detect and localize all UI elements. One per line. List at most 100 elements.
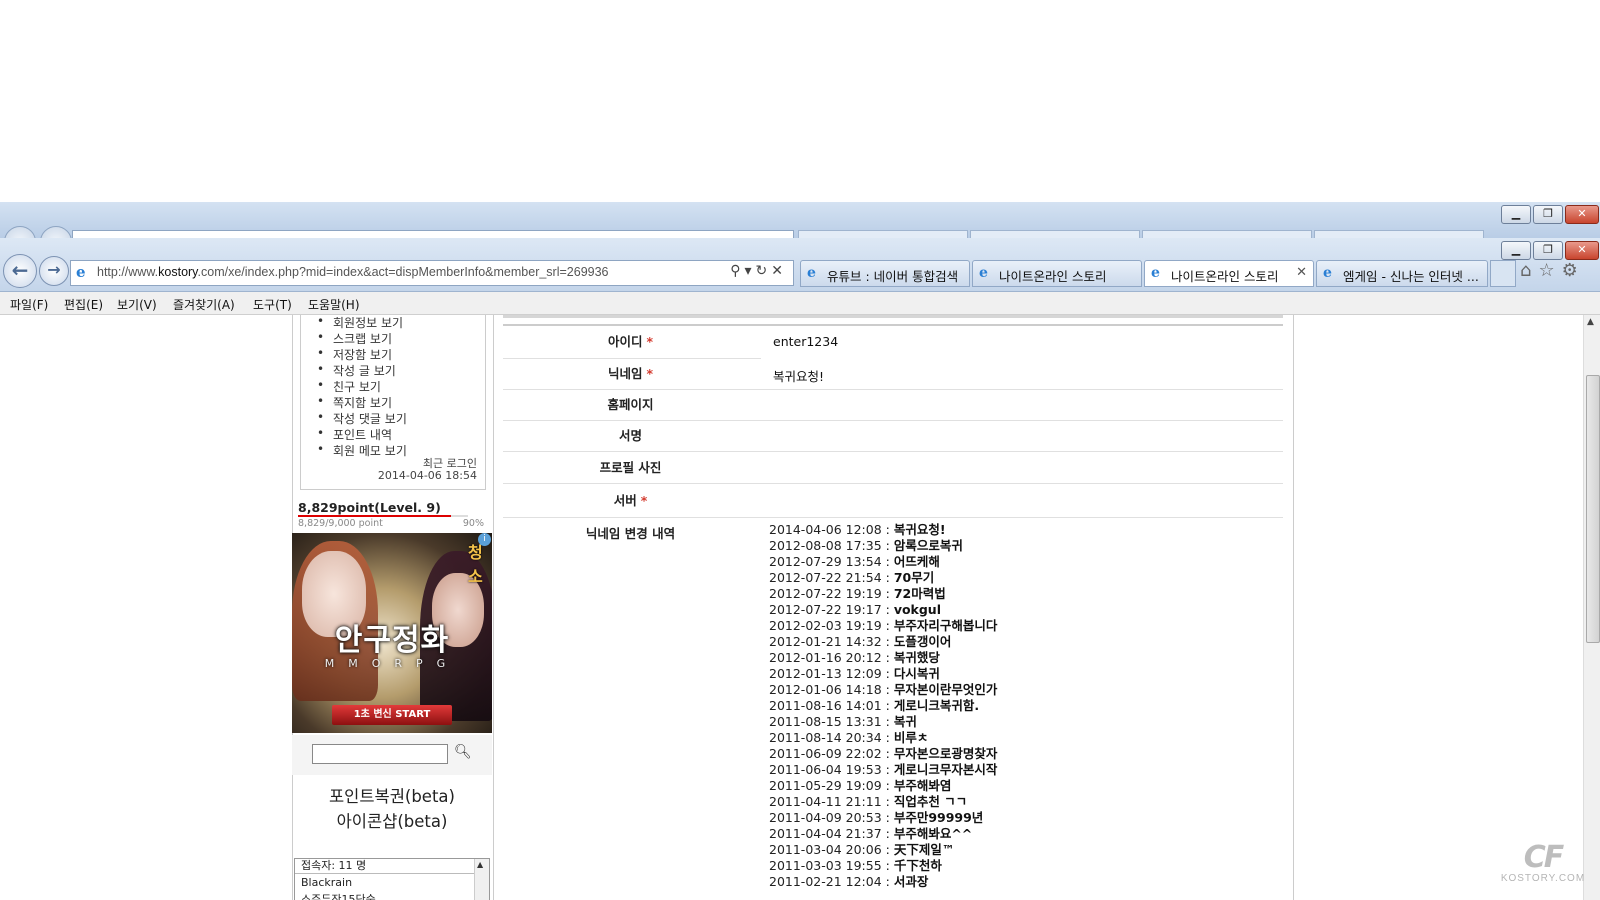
field-value (761, 421, 1283, 451)
tab-naver-search[interactable]: e 유튜브 : 네이버 통합검색 (800, 260, 970, 287)
minimize-button[interactable]: ▁ (1501, 241, 1531, 260)
settings-gear-icon[interactable]: ⚙ (1562, 260, 1585, 281)
tab-mgame[interactable]: e 엠게임 - 신나는 인터넷 ... (1316, 260, 1488, 287)
watermark-logo: CF (1523, 840, 1565, 875)
history-separator: : (881, 810, 894, 825)
online-user[interactable]: Blackrain (301, 876, 352, 889)
scroll-up-arrow-icon[interactable]: ▲ (1587, 317, 1594, 327)
history-nickname: 무자본으로광명찾자 (893, 746, 998, 761)
history-separator: : (881, 634, 894, 649)
points-percent: 90% (462, 518, 484, 529)
field-label: 프로필 사진 (599, 460, 662, 475)
nickname-history-entry: 2011-08-15 13:31 : 복귀 (769, 714, 997, 730)
nickname-history-entry: 2012-02-03 19:19 : 부주자리구해봅니다 (769, 618, 997, 634)
points-progress-bar (298, 515, 468, 517)
points-level: 8,829point(Level. 9) (298, 500, 441, 515)
online-user[interactable]: 소주두잔15단숨 (301, 891, 376, 900)
history-date: 2011-03-04 20:06 (769, 842, 882, 857)
address-tools[interactable]: ⚲▾↻✕ (730, 263, 787, 279)
close-window-button[interactable]: ✕ (1565, 241, 1599, 260)
nickname-history-entry: 2012-01-13 12:09 : 다시복귀 (769, 666, 997, 682)
tab-knight-story[interactable]: e 나이트온라인 스토리 (972, 260, 1142, 287)
history-nickname: 부주만99999년 (893, 810, 984, 825)
history-date: 2011-04-09 20:53 (769, 810, 882, 825)
history-nickname: 직업추천 ㄱㄱ (893, 794, 968, 809)
history-date: 2011-06-09 22:02 (769, 746, 882, 761)
search-input[interactable] (312, 744, 448, 764)
address-url[interactable]: http://www.kostory.com/xe/index.php?mid=… (97, 265, 609, 279)
history-separator: : (881, 554, 894, 569)
page-scrollbar[interactable]: ▲ (1583, 315, 1600, 900)
search-icon[interactable]: ⚲ (730, 263, 744, 279)
last-login-value: 2014-04-06 18:54 (377, 469, 477, 482)
member-menu-item[interactable]: 작성 댓글 보기 (317, 410, 407, 426)
field-label: 서버 * (613, 493, 648, 508)
favorites-star-icon[interactable]: ☆ (1538, 260, 1561, 281)
history-separator: : (881, 586, 894, 601)
dropdown-arrow-icon[interactable]: ▾ (745, 263, 756, 279)
back-icon[interactable]: ← (3, 254, 37, 288)
profile-row-homepage: 홈페이지 (503, 390, 1283, 421)
member-menu-item[interactable]: 쪽지함 보기 (317, 394, 407, 410)
history-separator: : (881, 826, 894, 841)
menu-edit[interactable]: 편집(E) (64, 296, 103, 313)
search-icon[interactable]: 🔍︎ (454, 744, 472, 760)
online-count: 접속자: 11 명 (295, 859, 477, 874)
member-menu-item[interactable]: 포인트 내역 (317, 426, 407, 442)
menu-help[interactable]: 도움말(H) (308, 296, 360, 313)
icon-shop-link[interactable]: 아이콘샵(beta) (292, 808, 492, 832)
history-nickname: 비루ㅊ (893, 730, 929, 745)
member-menu-item[interactable]: 회원 메모 보기 (317, 442, 407, 458)
history-date: 2012-07-22 19:17 (769, 602, 882, 617)
history-date: 2011-04-11 21:11 (769, 794, 882, 809)
member-menu-item[interactable]: 스크랩 보기 (317, 330, 407, 346)
point-lottery-link[interactable]: 포인트복권(beta) (292, 783, 492, 807)
search-box: 🔍︎ (292, 735, 492, 775)
ad-banner[interactable]: 청소 i 안구정화 MMORPG 1초 변신 START (292, 533, 492, 733)
ad-info-icon[interactable]: i (478, 533, 491, 546)
nickname-history-entry: 2012-07-22 19:17 : vokgul (769, 602, 997, 618)
member-menu: 회원정보 보기 스크랩 보기 저장함 보기 작성 글 보기 친구 보기 쪽지함 … (300, 315, 486, 490)
forward-icon[interactable]: → (39, 256, 69, 286)
field-value (761, 390, 1283, 420)
history-nickname: 게로니크무자본시작 (893, 762, 998, 777)
new-tab-button[interactable] (1490, 260, 1516, 287)
member-menu-item[interactable]: 작성 글 보기 (317, 362, 407, 378)
nickname-history-entry: 2014-04-06 12:08 : 복귀요청! (769, 522, 997, 538)
history-separator: : (881, 858, 894, 873)
history-nickname: vokgul (893, 602, 941, 617)
history-date: 2012-08-08 17:35 (769, 538, 882, 553)
menu-favorites[interactable]: 즐겨찾기(A) (173, 296, 235, 313)
history-date: 2012-01-21 14:32 (769, 634, 882, 649)
profile-row-id: 아이디 * enter1234 (503, 324, 1283, 359)
member-menu-item[interactable]: 저장함 보기 (317, 346, 407, 362)
tab-knight-story-active[interactable]: e 나이트온라인 스토리 ✕ (1144, 260, 1314, 287)
bg-minimize-button[interactable]: ▁ (1501, 205, 1531, 224)
ad-badge: 청소 (468, 543, 483, 586)
menu-view[interactable]: 보기(V) (117, 296, 157, 313)
menu-bar: 파일(F) 편집(E) 보기(V) 즐겨찾기(A) 도구(T) 도움말(H) (0, 292, 1600, 315)
nickname-history-entry: 2011-06-04 19:53 : 게로니크무자본시작 (769, 762, 997, 778)
home-icon[interactable]: ⌂ (1520, 260, 1538, 281)
stop-icon[interactable]: ✕ (771, 263, 787, 279)
restore-button[interactable]: ❐ (1533, 241, 1563, 260)
member-menu-item[interactable]: 친구 보기 (317, 378, 407, 394)
ad-start-button[interactable]: 1초 변신 START (332, 705, 452, 725)
menu-file[interactable]: 파일(F) (10, 296, 48, 313)
history-nickname: 어뜨케해 (893, 554, 940, 569)
history-nickname: 부주해봐염 (893, 778, 952, 793)
history-nickname: 부주해봐요^^ (893, 826, 973, 841)
list-scrollbar[interactable]: ▲ (474, 859, 489, 900)
bg-restore-button[interactable]: ❐ (1533, 205, 1563, 224)
bg-close-button[interactable]: ✕ (1565, 205, 1599, 224)
field-value (761, 452, 1283, 483)
refresh-icon[interactable]: ↻ (756, 263, 772, 279)
online-users-list[interactable]: 접속자: 11 명 Blackrain 소주두잔15단숨 ▲ (294, 858, 490, 900)
scrollbar-thumb[interactable] (1586, 375, 1600, 643)
close-tab-icon[interactable]: ✕ (1296, 265, 1307, 280)
menu-tools[interactable]: 도구(T) (253, 296, 292, 313)
field-label: 아이디 * (607, 334, 654, 349)
scroll-up-arrow-icon[interactable]: ▲ (477, 860, 483, 869)
address-bar[interactable]: e http://www.kostory.com/xe/index.php?mi… (70, 260, 794, 286)
member-menu-item[interactable]: 회원정보 보기 (317, 315, 407, 330)
